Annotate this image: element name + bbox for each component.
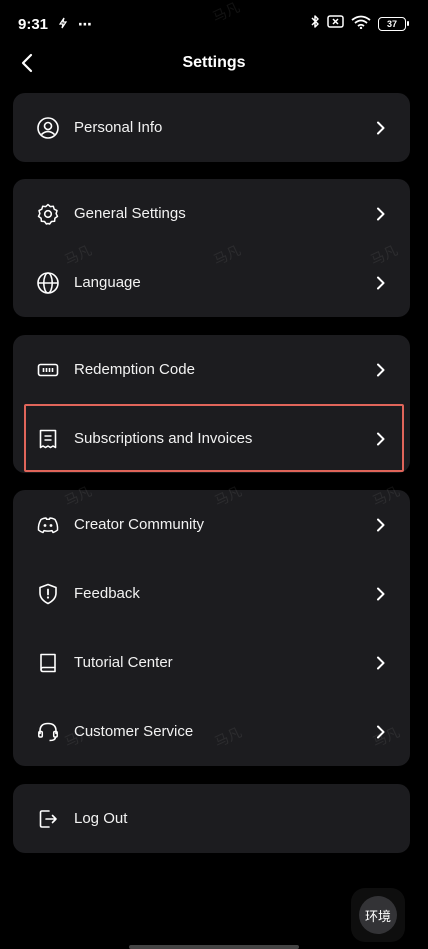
status-right: 37 [310, 14, 409, 34]
row-redemption-code[interactable]: Redemption Code [13, 335, 410, 404]
gear-icon [36, 202, 60, 226]
row-label: Personal Info [74, 119, 163, 136]
user-circle-icon [36, 116, 60, 140]
row-label: Language [74, 274, 141, 291]
card-general: General Settings Language [13, 179, 410, 317]
row-log-out[interactable]: Log Out [13, 784, 410, 853]
book-icon [36, 651, 60, 675]
row-feedback[interactable]: Feedback [13, 559, 410, 628]
row-label: General Settings [74, 205, 186, 222]
home-indicator[interactable] [129, 945, 299, 949]
logout-icon [36, 807, 60, 831]
battery-icon: 37 [378, 17, 409, 31]
chevron-right-icon [374, 587, 388, 601]
chevron-right-icon [374, 725, 388, 739]
row-label: Customer Service [74, 723, 194, 740]
status-bar: 9:31 ⋯ 37 [0, 0, 428, 48]
chevron-right-icon [374, 276, 388, 290]
chevron-right-icon [374, 432, 388, 446]
bluetooth-icon [310, 14, 320, 34]
ticket-icon [36, 358, 60, 382]
chevron-left-icon [21, 53, 33, 73]
card-billing: Redemption Code Subscriptions and Invoic… [13, 335, 410, 473]
status-time: 9:31 [18, 15, 49, 33]
row-label: Redemption Code [74, 361, 195, 378]
headset-icon [36, 720, 60, 744]
row-tutorial-center[interactable]: Tutorial Center [13, 628, 410, 697]
header: Settings [0, 44, 428, 82]
row-label: Creator Community [74, 516, 205, 533]
row-general-settings[interactable]: General Settings [13, 179, 410, 248]
discord-icon [36, 513, 60, 537]
shield-alert-icon [36, 582, 60, 606]
receipt-icon [36, 427, 60, 451]
chevron-right-icon [374, 656, 388, 670]
chevron-right-icon [374, 518, 388, 532]
status-more-indicator: ⋯ [78, 15, 94, 32]
card-support: Creator Community Feedback Tutorial Cent… [13, 490, 410, 766]
row-language[interactable]: Language [13, 248, 410, 317]
mute-icon [327, 15, 344, 33]
chevron-right-icon [374, 121, 388, 135]
status-left: 9:31 ⋯ [18, 16, 93, 33]
row-customer-service[interactable]: Customer Service [13, 697, 410, 766]
back-button[interactable] [14, 50, 40, 76]
card-logout: Log Out [13, 784, 410, 853]
chevron-right-icon [374, 207, 388, 221]
row-label: Feedback [74, 585, 140, 602]
card-personal: Personal Info [13, 93, 410, 162]
row-personal-info[interactable]: Personal Info [13, 93, 410, 162]
chevron-right-icon [374, 363, 388, 377]
wifi-icon [351, 15, 371, 34]
battery-level: 37 [386, 19, 397, 29]
globe-icon [36, 271, 60, 295]
environment-button[interactable]: 环境 [351, 888, 405, 942]
row-label: Tutorial Center [74, 654, 173, 671]
row-subscriptions-invoices[interactable]: Subscriptions and Invoices [13, 404, 410, 473]
page-title: Settings [182, 54, 246, 71]
environment-button-label: 环境 [359, 896, 397, 934]
notification-icon [58, 16, 68, 33]
row-label: Subscriptions and Invoices [74, 430, 253, 447]
row-label: Log Out [74, 810, 128, 827]
row-creator-community[interactable]: Creator Community [13, 490, 410, 559]
